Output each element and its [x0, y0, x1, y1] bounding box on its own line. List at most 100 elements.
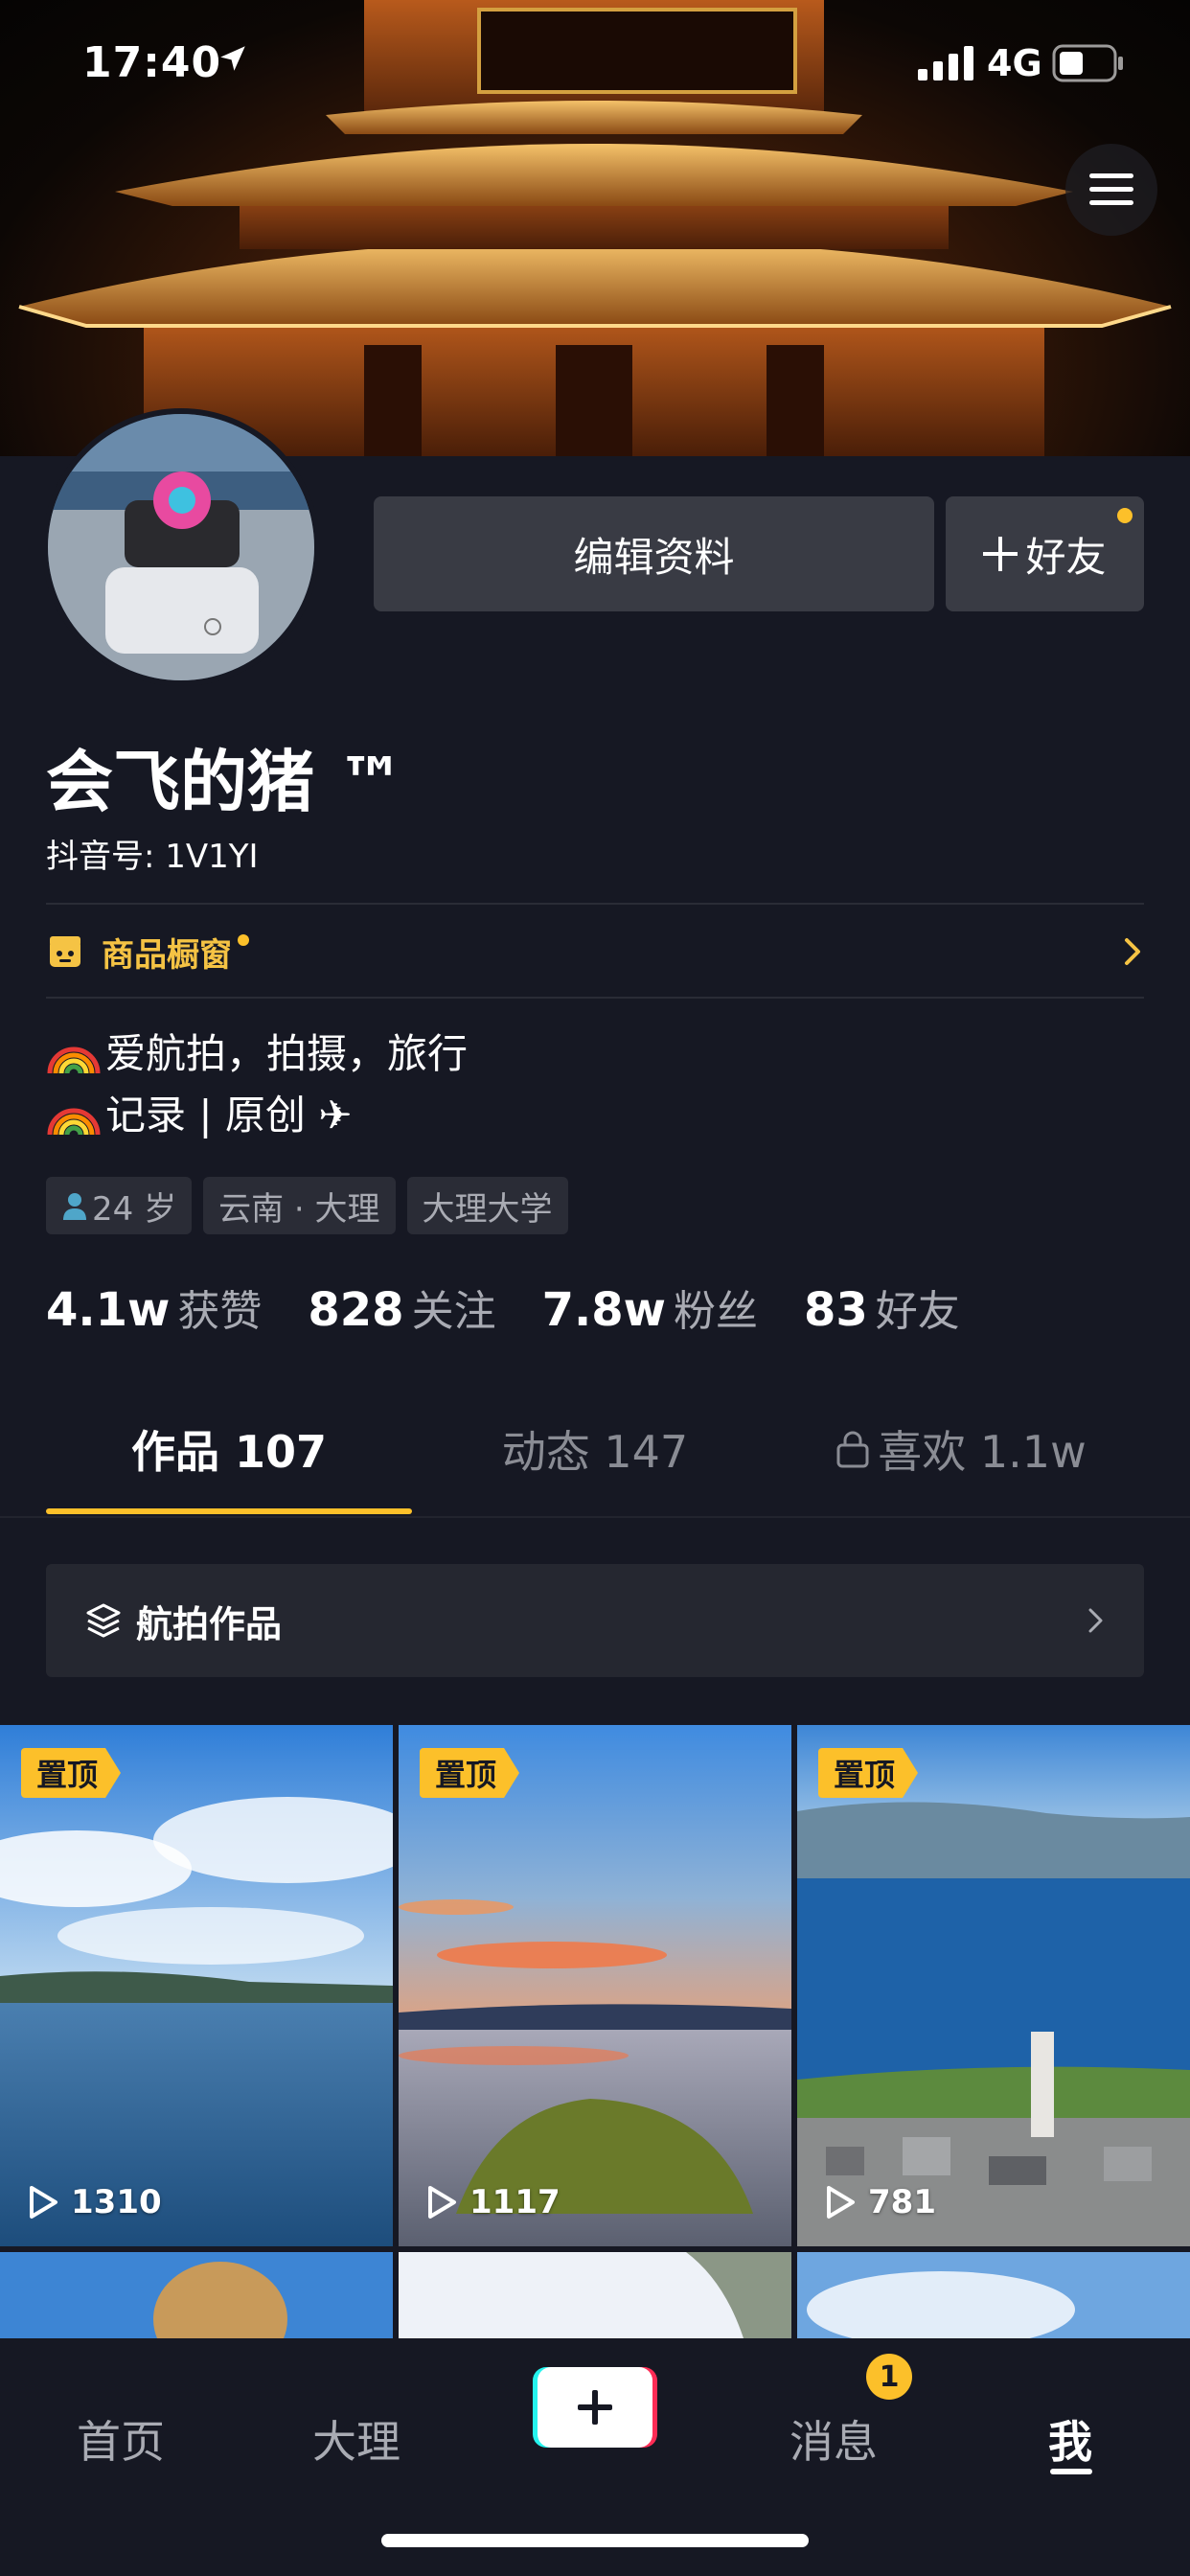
cloud-sky-thumbnail-image [807, 2271, 1075, 2338]
nav-messages[interactable]: 消息 [790, 2407, 878, 2471]
menu-button[interactable] [1065, 144, 1157, 236]
pinned-label: 置顶 [818, 1748, 904, 1798]
notification-dot [1117, 508, 1133, 523]
tab-works[interactable]: 作品 107 [46, 1382, 412, 1516]
bio-line: 爱航拍，拍摄，旅行 [46, 1024, 468, 1085]
username: 会飞的猪 ™ [46, 743, 405, 821]
stat-following[interactable]: 828 关注 [308, 1276, 495, 1338]
bio-text: 记录 | 原创 ✈ [105, 1092, 353, 1138]
sunset-thumbnail-image [399, 1725, 791, 2246]
alpaca-thumbnail-image [153, 2262, 287, 2338]
video-thumbnail[interactable] [797, 2252, 1190, 2338]
play-icon [30, 2186, 57, 2219]
play-count: 1117 [425, 2183, 561, 2221]
divider [46, 997, 1144, 999]
video-thumbnail[interactable] [0, 2252, 393, 2338]
rainbow-icon [47, 1108, 101, 1136]
active-nav-indicator [1050, 2469, 1092, 2474]
content-tabs: 作品 107 动态 147 喜欢 1.1w [0, 1382, 1190, 1516]
stat-number: 83 [803, 1283, 868, 1337]
play-icon [827, 2186, 855, 2219]
status-bar: 17:40 4G [0, 0, 1190, 134]
stat-label: 获赞 [177, 1287, 263, 1336]
video-thumbnail[interactable]: 置顶 781 [797, 1725, 1190, 2246]
age-tag-label: 24 岁 [92, 1189, 177, 1229]
video-thumbnail[interactable] [399, 2252, 791, 2338]
profile-tags: 24 岁 云南 · 大理 大理大学 [46, 1177, 568, 1234]
play-count-value: 1117 [469, 2183, 561, 2221]
play-count-value: 781 [868, 2183, 936, 2221]
stat-label: 粉丝 [673, 1287, 758, 1336]
douyin-id[interactable]: 抖音号: 1V1YI [46, 830, 259, 877]
video-grid: 置顶 1310 置顶 1117 置顶 781 [0, 1725, 1190, 2338]
stat-likes[interactable]: 4.1w 获赞 [46, 1276, 262, 1338]
home-indicator[interactable] [381, 2534, 809, 2547]
person-icon [63, 1193, 86, 1220]
lake-thumbnail-image [0, 1725, 393, 2246]
pinned-badge-tip [105, 1748, 122, 1798]
messages-badge: 1 [866, 2354, 912, 2400]
stat-number: 4.1w [46, 1283, 171, 1337]
avatar[interactable] [42, 408, 320, 686]
cellular-signal-icon [918, 46, 973, 80]
play-count-value: 1310 [71, 2183, 162, 2221]
pinned-badge: 置顶 [21, 1748, 122, 1798]
bio: 爱航拍，拍摄，旅行 记录 | 原创 ✈ [46, 1024, 468, 1146]
stat-label: 关注 [411, 1287, 496, 1336]
play-icon [428, 2186, 456, 2219]
location-arrow-icon [220, 46, 245, 71]
edit-profile-button[interactable]: 编辑资料 [374, 496, 934, 611]
stat-number: 828 [308, 1283, 404, 1337]
nav-city[interactable]: 大理 [312, 2407, 400, 2471]
active-tab-indicator [46, 1508, 412, 1514]
bio-text: 爱航拍，拍摄，旅行 [105, 1030, 469, 1077]
stat-label: 好友 [875, 1287, 960, 1336]
tree-thumbnail-image [686, 2252, 791, 2338]
pinned-label: 置顶 [21, 1748, 106, 1798]
hamburger-menu-icon [1089, 173, 1133, 205]
collection-label: 航拍作品 [136, 1602, 283, 1645]
tab-posts[interactable]: 动态 147 [412, 1382, 778, 1516]
chevron-right-icon [1125, 938, 1140, 965]
tab-likes-label: 喜欢 1.1w [878, 1426, 1087, 1478]
stat-friends[interactable]: 83 好友 [804, 1276, 960, 1338]
pinned-badge: 置顶 [818, 1748, 919, 1798]
divider [0, 1516, 1190, 1518]
shop-notification-dot [238, 934, 249, 946]
pinned-badge-tip [504, 1748, 520, 1798]
shop-icon [50, 936, 80, 967]
stat-number: 7.8w [541, 1283, 666, 1337]
pinned-badge: 置顶 [420, 1748, 520, 1798]
aerial-village-thumbnail-image [797, 1725, 1190, 2246]
layers-icon [86, 1603, 121, 1638]
add-friend-button[interactable]: 好友 [946, 496, 1144, 611]
network-type: 4G [987, 42, 1042, 84]
chevron-right-icon [1088, 1608, 1103, 1633]
school-tag: 大理大学 [406, 1177, 568, 1234]
divider [46, 903, 1144, 905]
pinned-badge-tip [903, 1748, 919, 1798]
battery-icon [1052, 44, 1123, 82]
avatar-drone-image [48, 414, 314, 680]
profile-stats: 4.1w 获赞 828 关注 7.8w 粉丝 83 好友 [46, 1276, 960, 1338]
age-tag: 24 岁 [46, 1177, 193, 1234]
collection-aerial-works[interactable]: 航拍作品 [46, 1564, 1144, 1677]
location-tag: 云南 · 大理 [203, 1177, 396, 1234]
play-count: 1310 [27, 2183, 162, 2221]
bio-line: 记录 | 原创 ✈ [46, 1085, 468, 1146]
lock-icon [836, 1431, 869, 1468]
nav-me[interactable]: 我 [1048, 2407, 1092, 2471]
create-post-button[interactable] [533, 2367, 657, 2448]
stat-followers[interactable]: 7.8w 粉丝 [542, 1276, 758, 1338]
shop-window-label: 商品橱窗 [102, 935, 232, 975]
tab-likes[interactable]: 喜欢 1.1w [778, 1382, 1144, 1516]
video-thumbnail[interactable]: 置顶 1117 [399, 1725, 791, 2246]
play-count: 781 [824, 2183, 936, 2221]
nav-home[interactable]: 首页 [77, 2407, 165, 2471]
video-thumbnail[interactable]: 置顶 1310 [0, 1725, 393, 2246]
shop-window-row[interactable]: 商品橱窗 [46, 907, 1144, 997]
add-friend-label: 好友 [1025, 533, 1107, 581]
status-time: 17:40 [82, 38, 222, 87]
plus-icon [983, 537, 1018, 571]
pinned-label: 置顶 [420, 1748, 505, 1798]
